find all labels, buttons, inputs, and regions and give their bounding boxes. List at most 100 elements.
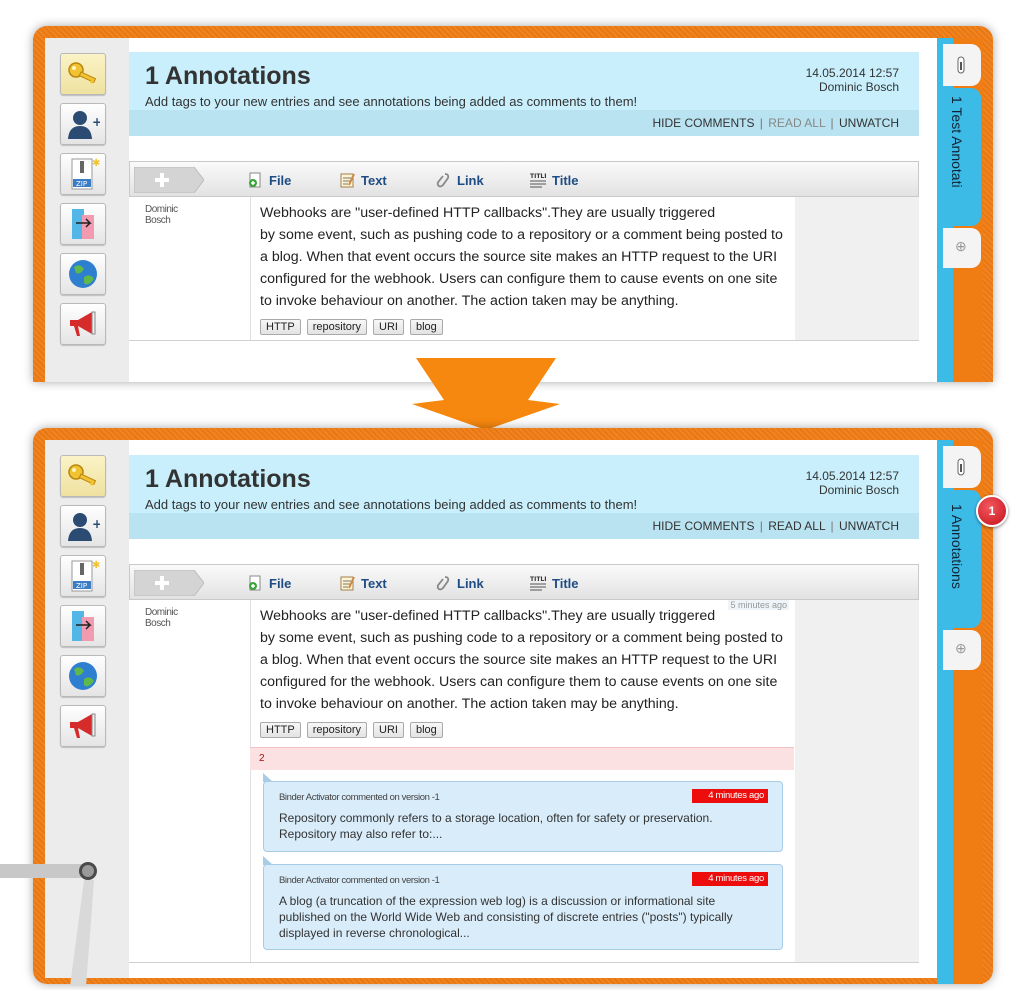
tag[interactable]: HTTP <box>260 722 301 738</box>
binder-ring-icon <box>0 862 97 986</box>
export-button[interactable] <box>60 605 106 647</box>
zip-button[interactable]: ZIP ✱ <box>60 153 106 195</box>
svg-text:TITLE: TITLE <box>530 173 546 180</box>
megaphone-icon <box>70 311 96 336</box>
tag-list: HTTP repository URI blog <box>260 722 443 738</box>
zip-button[interactable]: ZIP ✱ <box>60 555 106 597</box>
header-meta: 14.05.2014 12:57 Dominic Bosch <box>806 469 899 497</box>
page-subtitle: Add tags to your new entries and see ann… <box>145 497 638 512</box>
svg-text:TITLE: TITLE <box>530 576 546 583</box>
export-icon <box>72 611 94 641</box>
add-file-button[interactable]: File <box>248 575 291 591</box>
entry-text: Webhooks are "user-defined HTTP callback… <box>260 205 783 309</box>
separator: | <box>830 519 834 533</box>
text-icon <box>340 173 355 188</box>
read-all-link[interactable]: READ ALL <box>768 519 825 533</box>
add-user-button[interactable]: + <box>60 103 106 145</box>
svg-text:+: + <box>92 517 100 531</box>
hide-comments-link[interactable]: HIDE COMMENTS <box>652 519 754 533</box>
add-link-button[interactable]: Link <box>436 172 484 188</box>
divider <box>129 340 919 341</box>
add-tab-button[interactable]: ⊕ <box>943 228 981 268</box>
add-entry-button[interactable] <box>134 167 204 193</box>
separator: | <box>759 116 763 130</box>
comment-meta: Binder Activator commented on version -1 <box>279 875 440 886</box>
page-title: 1 Annotations <box>145 62 311 90</box>
tab-annotations[interactable]: 1 Test Annotati <box>943 88 981 226</box>
notification-badge[interactable]: 1 <box>976 495 1008 527</box>
globe-button[interactable] <box>60 253 106 295</box>
tag[interactable]: HTTP <box>260 319 301 335</box>
add-entry-button[interactable] <box>134 570 204 596</box>
add-text-button[interactable]: Text <box>340 575 387 591</box>
header-actions: HIDE COMMENTS | READ ALL | UNWATCH <box>129 513 919 539</box>
binder-window-before: + ZIP ✱ 1 Annotations Add tags to your ne… <box>33 26 993 382</box>
header: 1 Annotations Add tags to your new entri… <box>129 52 919 110</box>
comment-card[interactable]: Binder Activator commented on version -1… <box>263 856 783 950</box>
key-icon <box>68 464 97 486</box>
add-title-button[interactable]: TITLE Title <box>530 172 579 188</box>
add-link-button[interactable]: Link <box>436 575 484 591</box>
tag[interactable]: URI <box>373 319 404 335</box>
tag[interactable]: URI <box>373 722 404 738</box>
megaphone-icon <box>70 713 96 738</box>
add-user-button[interactable]: + <box>60 505 106 547</box>
comment-card[interactable]: Binder Activator commented on version -1… <box>263 773 783 852</box>
file-label: File <box>269 575 292 591</box>
export-button[interactable] <box>60 203 106 245</box>
unwatch-link[interactable]: UNWATCH <box>839 519 899 533</box>
binder-page: + ZIP ✱ 1 Annotations Add tags to your ne… <box>45 38 983 382</box>
add-tab-button[interactable]: ⊕ <box>943 630 981 670</box>
comment-count-bar[interactable]: 2 <box>250 747 794 770</box>
zip-icon: ZIP ✱ <box>71 560 100 592</box>
globe-button[interactable] <box>60 655 106 697</box>
entry-toolbar: File Text Link TITLE Title <box>129 564 919 600</box>
add-file-button[interactable]: File <box>248 172 291 188</box>
entry-author: Dominic Bosch <box>145 607 178 629</box>
link-label: Link <box>457 575 484 591</box>
entry-card[interactable]: Webhooks are "user-defined HTTP callback… <box>250 197 796 341</box>
key-icon <box>68 62 97 84</box>
tag[interactable]: blog <box>409 722 443 738</box>
svg-text:+: + <box>92 115 100 129</box>
binder-tabs: 1 Test Annotati ⊕ <box>937 38 983 382</box>
header-date: 14.05.2014 12:57 <box>805 66 899 80</box>
text-label: Text <box>361 172 387 188</box>
megaphone-button[interactable] <box>60 705 106 747</box>
tag[interactable]: repository <box>306 319 368 335</box>
svg-text:ZIP: ZIP <box>76 180 87 188</box>
unwatch-link[interactable]: UNWATCH <box>839 116 899 130</box>
globe-icon <box>69 260 97 288</box>
zip-icon: ZIP ✱ <box>71 158 100 190</box>
thermometer-icon <box>957 56 965 74</box>
binder-window-after: + ZIP ✱ 1 Annotations Add tags to your ne… <box>33 428 993 984</box>
key-button[interactable] <box>60 53 106 95</box>
hide-comments-link[interactable]: HIDE COMMENTS <box>652 116 754 130</box>
transition-arrow-icon <box>412 358 560 430</box>
page-title: 1 Annotations <box>145 465 311 493</box>
add-text-button[interactable]: Text <box>340 172 387 188</box>
export-icon <box>72 209 94 239</box>
comment-meta: Binder Activator commented on version -1 <box>279 792 440 803</box>
tab-settings[interactable] <box>943 446 981 488</box>
key-button[interactable] <box>60 455 106 497</box>
read-all-link[interactable]: READ ALL <box>768 116 825 130</box>
link-label: Link <box>457 172 484 188</box>
tag[interactable]: repository <box>306 722 368 738</box>
megaphone-button[interactable] <box>60 303 106 345</box>
add-title-button[interactable]: TITLE Title <box>530 575 579 591</box>
page-subtitle: Add tags to your new entries and see ann… <box>145 94 638 109</box>
separator: | <box>759 519 763 533</box>
file-icon <box>249 575 261 591</box>
add-user-icon: + <box>68 111 100 139</box>
entry-author: Dominic Bosch <box>145 204 178 226</box>
text-icon <box>340 576 355 591</box>
comment-text: A blog (a truncation of the expression w… <box>279 894 733 940</box>
plus-icon: ⊕ <box>955 238 967 254</box>
header-user: Dominic Bosch <box>818 483 899 497</box>
tag[interactable]: blog <box>409 319 443 335</box>
tab-settings[interactable] <box>943 44 981 86</box>
header: 1 Annotations Add tags to your new entri… <box>129 455 919 513</box>
globe-icon <box>69 662 97 690</box>
entry-margin <box>795 197 919 341</box>
